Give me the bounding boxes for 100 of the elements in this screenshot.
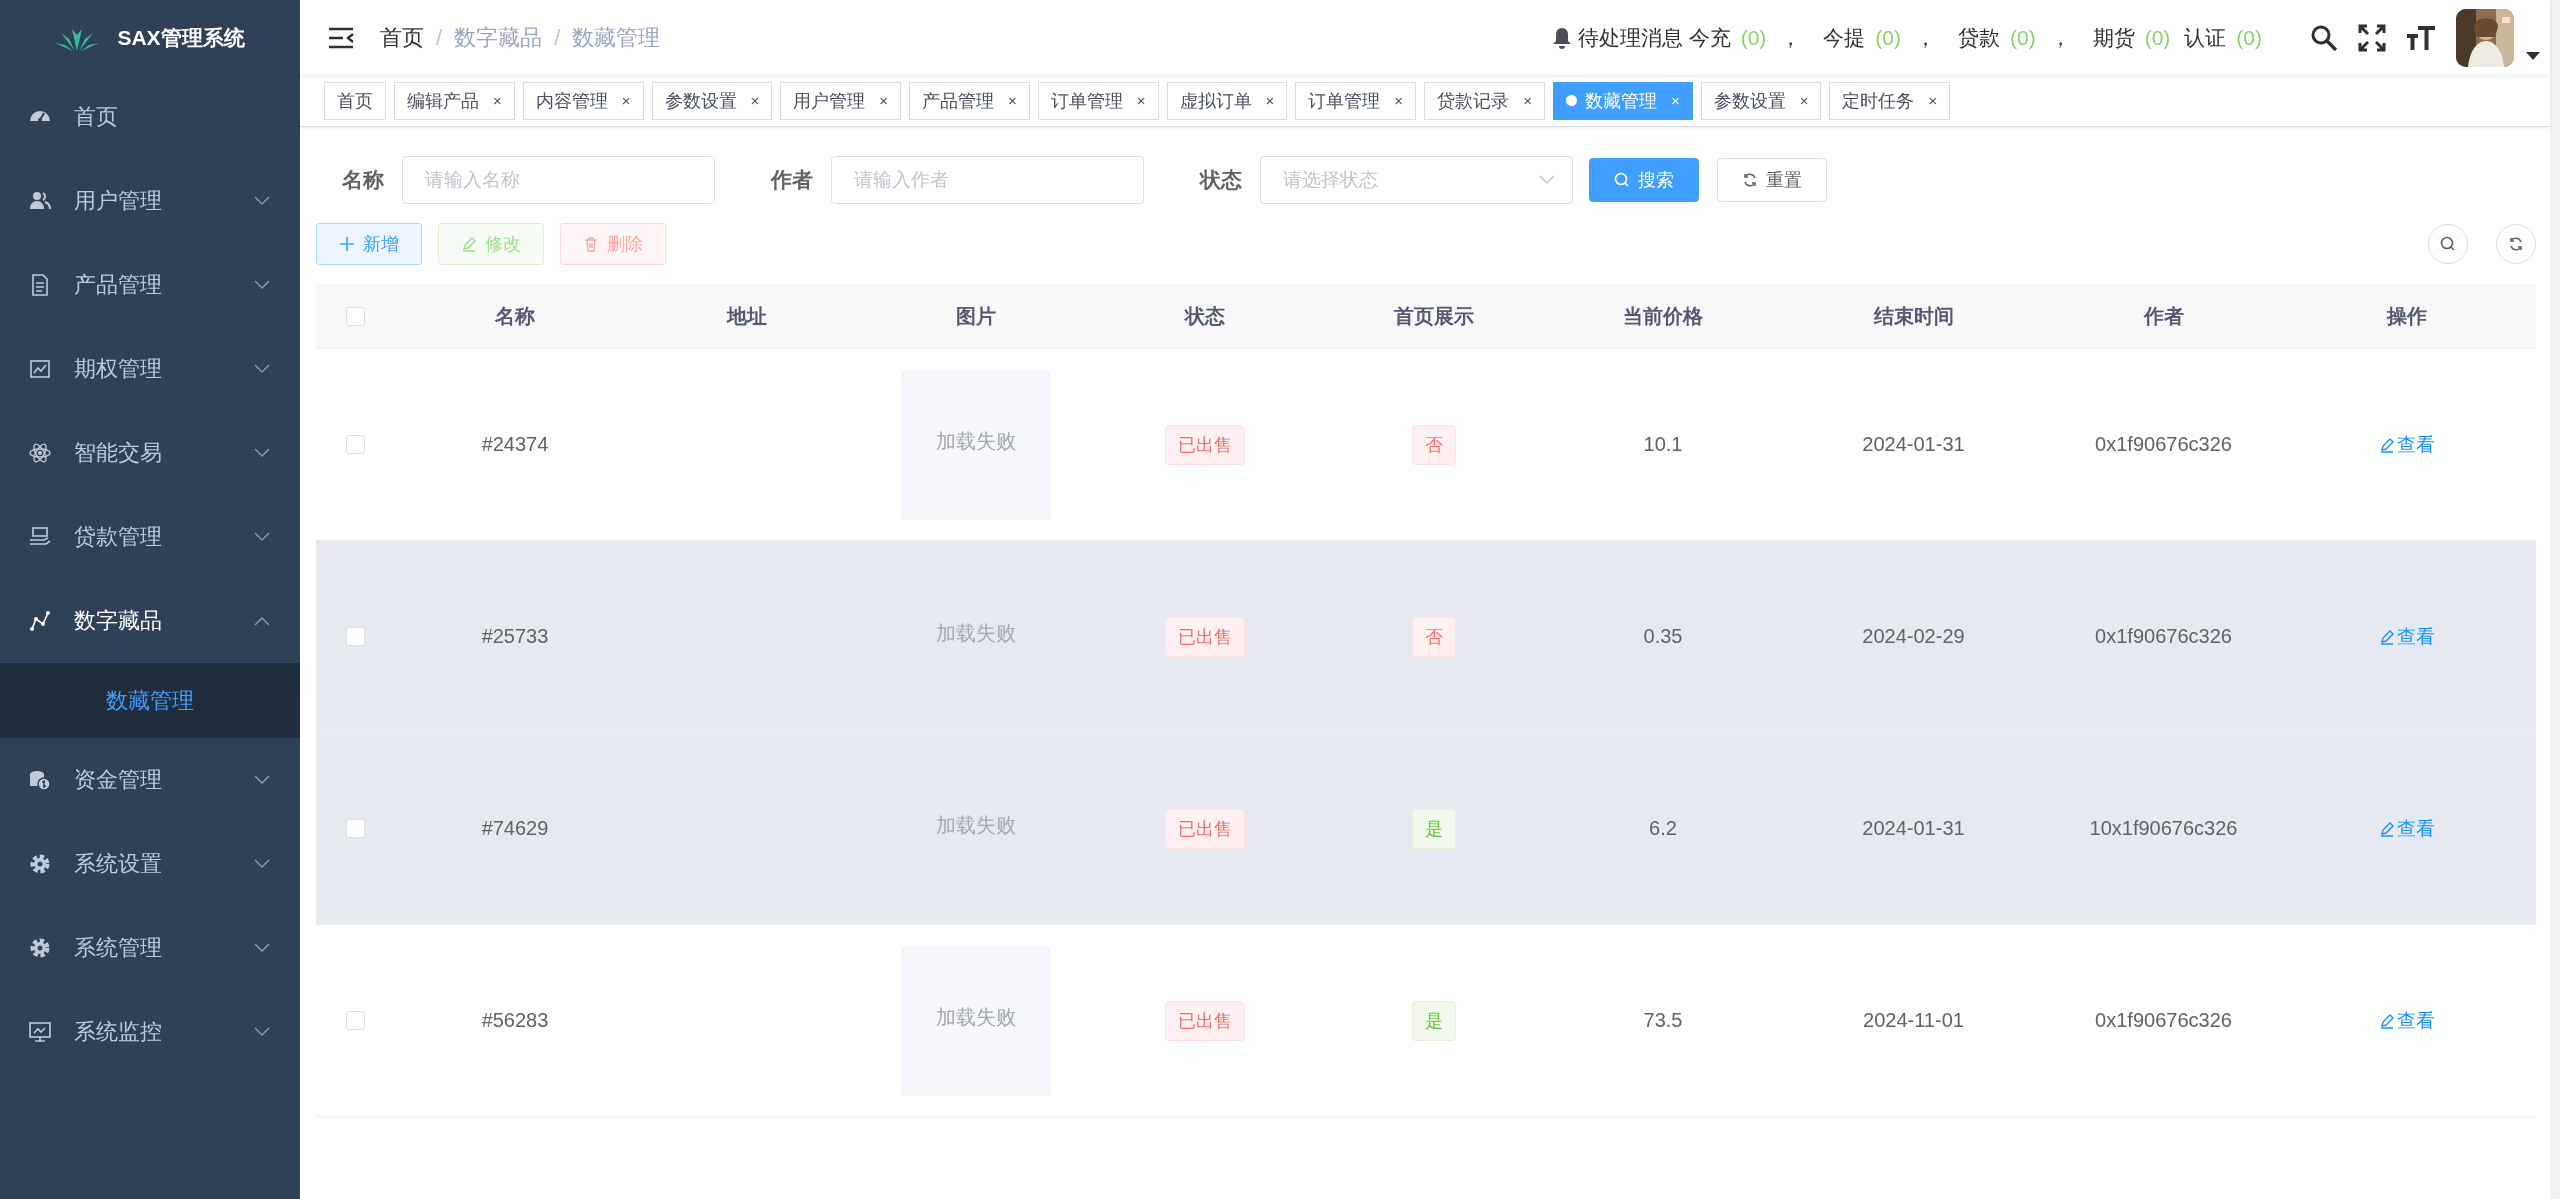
menu-item[interactable]: 系统设置 (0, 822, 300, 906)
menu-item[interactable]: 首页 (0, 75, 300, 159)
tab[interactable]: 虚拟订单 × (1166, 81, 1288, 120)
column-header: 图片 (954, 303, 997, 329)
checkbox[interactable] (346, 819, 365, 838)
close-icon[interactable]: × (1928, 92, 1938, 109)
tab-label: 编辑产品 (407, 89, 479, 113)
table-row[interactable]: #24374 加载失败 已出售 否 10.1 2024-01-31 0x1f90676c326 查看 (316, 349, 2536, 541)
fullscreen-icon[interactable] (2358, 23, 2386, 52)
tab-label: 订单管理 (1308, 89, 1381, 113)
pencil-icon (2379, 436, 2395, 453)
atom-icon (28, 441, 52, 465)
text-size-icon[interactable] (2406, 23, 2436, 52)
status-tag: 已出售 (1164, 808, 1245, 849)
select-field[interactable]: 请选择状态 (1260, 155, 1573, 204)
trash-icon (583, 236, 599, 252)
table-row[interactable]: #25733 加载失败 已出售 否 0.35 2024-02-29 0x1f90676c326 查看 (316, 541, 2536, 733)
tab[interactable]: 贷款记录 × (1424, 81, 1545, 120)
table-cell-text: 73.5 (1642, 1009, 1684, 1032)
table-cell-text: 0x1f90676c326 (2094, 433, 2233, 456)
view-link[interactable]: 查看 (2379, 1007, 2435, 1034)
submenu-item[interactable]: 数藏管理 (0, 663, 300, 738)
tab[interactable]: 参数设置 × (1700, 81, 1822, 120)
tab[interactable]: 首页 (324, 81, 386, 120)
menu-icon[interactable] (328, 26, 354, 49)
breadcrumb-item[interactable]: 首页 (380, 22, 424, 53)
active-dot-icon (1565, 95, 1577, 106)
tab[interactable]: 编辑产品 × (394, 81, 515, 120)
checkbox[interactable] (346, 435, 365, 454)
table-cell-text: #74629 (480, 817, 550, 840)
tab[interactable]: 产品管理 × (909, 81, 1030, 120)
chevron-icon (1539, 174, 1555, 185)
view-link[interactable]: 查看 (2379, 431, 2435, 458)
menu-item[interactable]: 资金管理 (0, 738, 300, 822)
table-cell-text: 0x1f90676c326 (2094, 625, 2233, 648)
table-cell-text: #25733 (480, 625, 550, 648)
pencil-icon (2379, 1012, 2395, 1029)
table-cell-text: 0.35 (1642, 625, 1684, 648)
checkbox[interactable] (346, 627, 365, 646)
checkbox[interactable] (346, 1011, 365, 1030)
close-icon[interactable]: × (621, 92, 631, 109)
column-header: 结束时间 (1872, 303, 1955, 329)
app-title: SAX管理系统 (117, 24, 245, 51)
breadcrumb-separator: / (554, 24, 561, 51)
table-cell-text: 10x1f90676c326 (2088, 817, 2239, 840)
refresh-icon (2508, 236, 2524, 252)
menu-item[interactable]: 数字藏品 (0, 579, 300, 663)
notice-separator: ， (1915, 24, 1936, 51)
close-icon[interactable]: × (750, 92, 760, 109)
breadcrumb-item: 数藏管理 (572, 23, 661, 52)
tab[interactable]: 订单管理 × (1037, 81, 1159, 120)
close-icon[interactable]: × (1008, 92, 1017, 109)
menu-item[interactable]: 系统监控 (0, 990, 300, 1074)
column-header: 当前价格 (1622, 303, 1704, 329)
column-header: 名称 (494, 303, 536, 329)
column-header: 作者 (2142, 303, 2185, 329)
tab[interactable]: 定时任务 × (1829, 81, 1951, 120)
refresh-button[interactable] (2496, 224, 2536, 264)
input-field[interactable]: 请输入名称 (402, 155, 715, 204)
monitor-icon (28, 1020, 52, 1044)
close-icon[interactable]: × (1523, 92, 1532, 109)
chart-icon (28, 357, 52, 381)
table-row[interactable]: #74629 加载失败 已出售 是 6.2 2024-01-31 10x1f90676c326 查看 (316, 733, 2536, 925)
table-row[interactable]: #56283 加载失败 已出售 是 73.5 2024-11-01 0x1f90676c326 查看 (316, 925, 2536, 1117)
reset-button[interactable]: 重置 (1717, 157, 1827, 202)
notice-separator: ， (1780, 24, 1802, 51)
close-icon[interactable]: × (1394, 92, 1404, 109)
close-icon[interactable]: × (1799, 92, 1809, 109)
tab[interactable]: 参数设置 × (651, 81, 773, 120)
tab-label: 首页 (337, 89, 373, 113)
menu-item[interactable]: 贷款管理 (0, 495, 300, 579)
tab[interactable]: 用户管理 × (780, 81, 902, 120)
pencil-icon (2379, 820, 2395, 837)
gear-icon (28, 936, 52, 960)
menu-item[interactable]: 系统管理 (0, 906, 300, 990)
close-icon[interactable]: × (1136, 92, 1146, 109)
notice-label: 期货 (2092, 24, 2135, 51)
image-placeholder: 加载失败 (900, 369, 1051, 520)
tab[interactable]: 内容管理 × (522, 81, 644, 120)
filter-label: 状态 (1200, 166, 1242, 193)
search-icon[interactable] (2310, 23, 2338, 52)
close-icon[interactable]: × (879, 92, 889, 109)
bell-icon (1551, 26, 1572, 49)
notice-label: 认证 (2184, 24, 2227, 51)
tab[interactable]: 订单管理 × (1295, 81, 1417, 120)
search-button[interactable] (2428, 224, 2468, 264)
tab-label: 数藏管理 (1584, 89, 1657, 113)
close-icon[interactable]: × (493, 92, 502, 109)
table-cell-text: 2024-01-31 (1861, 433, 1966, 456)
menu-item[interactable]: 产品管理 (0, 243, 300, 327)
input-field[interactable]: 请输入作者 (831, 155, 1144, 204)
close-icon[interactable]: × (1265, 92, 1275, 109)
menu-item[interactable]: 智能交易 (0, 411, 300, 495)
tab-label: 贷款记录 (1437, 89, 1510, 113)
notice-label: 贷款 (1958, 24, 2000, 51)
caret-icon[interactable] (2526, 51, 2540, 60)
menu-item[interactable]: 期权管理 (0, 327, 300, 411)
menu-item[interactable]: 用户管理 (0, 159, 300, 243)
notice-label: 今提 (1823, 24, 1866, 51)
checkbox[interactable] (346, 306, 365, 326)
